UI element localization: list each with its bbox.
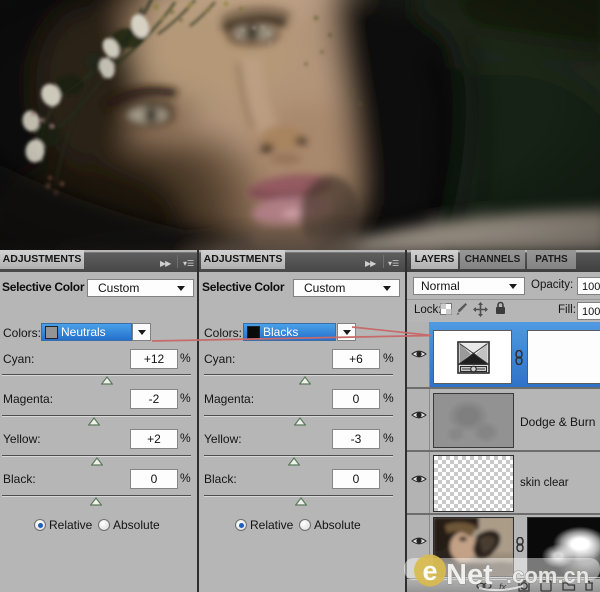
svg-text:fx.: fx.: [499, 582, 509, 592]
